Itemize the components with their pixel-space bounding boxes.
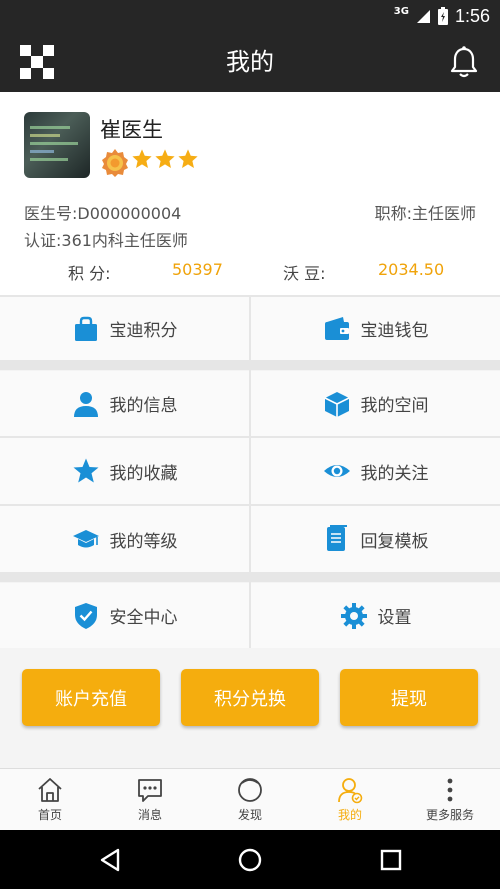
menu-my-follows[interactable]: 我的关注 <box>251 438 500 504</box>
points-label: 积 分: <box>68 264 111 283</box>
menu-baodi-points[interactable]: 宝迪积分 <box>0 297 249 360</box>
recharge-button[interactable]: 账户充值 <box>22 669 160 726</box>
gear-icon <box>340 602 367 629</box>
column-divider <box>249 370 251 572</box>
menu-security-center[interactable]: 安全中心 <box>0 583 249 648</box>
shopping-bag-icon <box>74 316 97 341</box>
profile-card: 崔医生 医生号:D000000004 职称:主任医师 认证:361内科主任医师 … <box>0 92 500 296</box>
nav-more-services[interactable]: 更多服务 <box>400 769 500 830</box>
menu-label: 回复模板 <box>360 531 429 552</box>
message-icon <box>138 779 162 802</box>
bell-icon[interactable] <box>450 45 478 79</box>
clock: 1:56 <box>454 5 490 26</box>
star-icon <box>73 458 98 483</box>
star-icon <box>155 149 175 168</box>
shield-icon <box>74 602 97 629</box>
wallet-icon <box>324 316 349 340</box>
nav-discover[interactable]: 发现 <box>200 769 300 830</box>
row-divider <box>0 436 500 438</box>
system-nav-bar <box>0 830 500 889</box>
menu-my-space[interactable]: 我的空间 <box>251 371 500 436</box>
home-icon <box>38 778 62 802</box>
nav-label: 发现 <box>237 808 262 822</box>
withdraw-button[interactable]: 提现 <box>340 669 478 726</box>
row-divider <box>0 295 500 297</box>
eye-icon <box>323 465 350 477</box>
action-buttons: 账户充值 积分兑换 提现 <box>0 648 500 768</box>
doctor-number: 医生号:D000000004 <box>24 204 182 223</box>
star-icon <box>132 149 152 168</box>
profile-icon <box>338 778 363 804</box>
section-divider <box>0 572 500 582</box>
nav-messages[interactable]: 消息 <box>100 769 200 830</box>
signal-icon <box>416 10 430 23</box>
person-icon <box>73 391 98 417</box>
nav-label: 我的 <box>337 808 362 822</box>
menu-my-info[interactable]: 我的信息 <box>0 371 249 436</box>
points-exchange-button[interactable]: 积分兑换 <box>181 669 319 726</box>
battery-icon <box>437 7 448 25</box>
nav-label: 更多服务 <box>425 808 474 822</box>
points-value: 50397 <box>172 260 223 279</box>
nav-label: 首页 <box>37 808 62 822</box>
menu-label: 我的收藏 <box>109 463 178 484</box>
beans-value: 2034.50 <box>378 260 445 279</box>
menu-my-level[interactable]: 我的等级 <box>0 506 249 572</box>
section-divider <box>0 360 500 370</box>
menu-settings[interactable]: 设置 <box>251 583 500 648</box>
network-indicator: 3G <box>393 5 409 17</box>
menu-label: 宝迪积分 <box>109 321 178 341</box>
user-name: 崔医生 <box>100 118 163 142</box>
home-button-icon[interactable] <box>237 847 263 873</box>
row-divider <box>0 504 500 506</box>
avatar[interactable] <box>24 112 90 178</box>
app-header: 我的 <box>0 32 500 92</box>
column-divider <box>249 582 251 648</box>
discover-icon <box>238 778 262 802</box>
back-icon[interactable] <box>97 847 123 873</box>
menu-reply-templates[interactable]: 回复模板 <box>251 506 500 572</box>
graduation-cap-icon <box>72 530 99 548</box>
document-icon <box>326 525 347 551</box>
menu-label: 我的等级 <box>109 531 178 552</box>
menu-label: 我的关注 <box>360 463 429 484</box>
nav-label: 消息 <box>137 808 162 822</box>
certification: 认证:361内科主任医师 <box>24 231 188 250</box>
bottom-nav: 首页 消息 发现 我的 更多服务 <box>0 768 500 830</box>
menu-baodi-wallet[interactable]: 宝迪钱包 <box>251 297 500 360</box>
nav-profile[interactable]: 我的 <box>300 769 400 830</box>
menu-label: 我的信息 <box>109 396 178 416</box>
page-title: 我的 <box>226 48 274 76</box>
menu-label: 宝迪钱包 <box>360 321 429 341</box>
menu-my-favorites[interactable]: 我的收藏 <box>0 438 249 504</box>
nav-home[interactable]: 首页 <box>0 769 100 830</box>
more-icon <box>447 778 453 802</box>
rating-stars <box>131 148 199 170</box>
cube-icon <box>324 391 349 417</box>
recents-icon[interactable] <box>378 847 404 873</box>
menu-label: 我的空间 <box>360 396 429 416</box>
status-bar: 3G 1:56 <box>0 0 500 32</box>
star-icon <box>178 149 198 168</box>
beans-label: 沃 豆: <box>283 264 326 283</box>
menu-label: 设置 <box>377 608 412 628</box>
menu-label: 安全中心 <box>109 608 178 628</box>
job-title: 职称:主任医师 <box>374 204 476 223</box>
medal-icon <box>102 149 128 177</box>
column-divider <box>249 297 251 360</box>
